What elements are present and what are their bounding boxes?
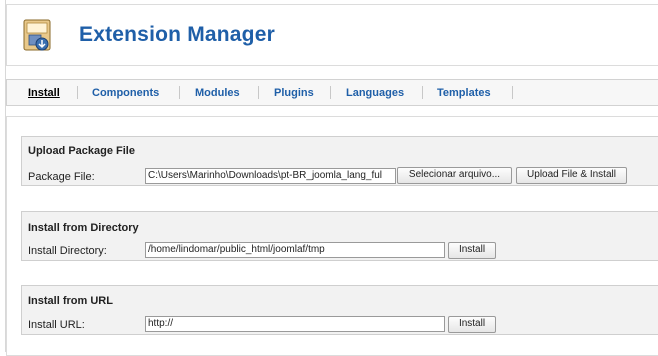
upload-install-button[interactable]: Upload File & Install <box>516 167 627 184</box>
tab-install[interactable]: Install <box>28 87 60 99</box>
install-url-button[interactable]: Install <box>448 316 496 333</box>
install-directory-button[interactable]: Install <box>448 242 496 259</box>
directory-section-title: Install from Directory <box>28 222 139 234</box>
tab-separator <box>422 86 423 99</box>
tab-modules[interactable]: Modules <box>195 87 240 99</box>
main-panel: Upload Package File Package File: C:\Use… <box>6 116 658 356</box>
page-header: Extension Manager <box>6 4 658 66</box>
install-url-section: Install from URL Install URL: http:// In… <box>21 285 658 335</box>
tab-separator <box>77 86 78 99</box>
install-directory-label: Install Directory: <box>28 245 107 257</box>
package-file-input[interactable]: C:\Users\Marinho\Downloads\pt-BR_joomla_… <box>145 168 396 184</box>
browse-file-button[interactable]: Selecionar arquivo... <box>397 167 512 184</box>
page-title: Extension Manager <box>79 23 275 46</box>
tab-plugins[interactable]: Plugins <box>274 87 314 99</box>
tab-components[interactable]: Components <box>92 87 159 99</box>
tab-languages[interactable]: Languages <box>346 87 404 99</box>
install-url-input[interactable]: http:// <box>145 316 445 332</box>
install-url-label: Install URL: <box>28 319 85 331</box>
tab-separator <box>330 86 331 99</box>
tab-templates[interactable]: Templates <box>437 87 491 99</box>
install-directory-input[interactable]: /home/lindomar/public_html/joomlaf/tmp <box>145 242 445 258</box>
tab-separator <box>258 86 259 99</box>
url-section-title: Install from URL <box>28 295 113 307</box>
upload-package-section: Upload Package File Package File: C:\Use… <box>21 136 658 186</box>
submenu-tabs: Install Components Modules Plugins Langu… <box>6 79 658 106</box>
package-install-icon <box>23 19 51 51</box>
tab-separator <box>179 86 180 99</box>
package-file-label: Package File: <box>28 171 95 183</box>
install-directory-section: Install from Directory Install Directory… <box>21 211 658 261</box>
tab-separator <box>512 86 513 99</box>
upload-section-title: Upload Package File <box>28 145 135 157</box>
